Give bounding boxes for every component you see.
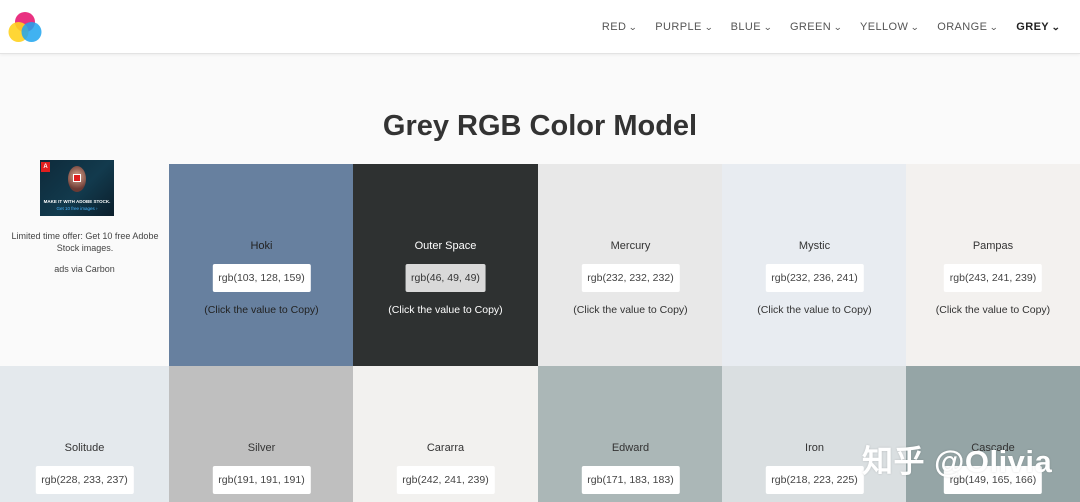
- copy-hint: (Click the value to Copy): [757, 304, 872, 316]
- carbon-ad: A MAKE IT WITH ADOBE STOCK. Get 10 free …: [0, 160, 169, 365]
- color-tile-mystic: Mystic rgb(232, 236, 241) (Click the val…: [722, 164, 907, 366]
- chevron-down-icon: ⌄: [989, 21, 1000, 32]
- nav-item-orange[interactable]: ORANGE ⌄: [937, 21, 998, 33]
- color-tile-outer-space: Outer Space rgb(46, 49, 49) (Click the v…: [353, 164, 538, 366]
- color-name: Pampas: [972, 240, 1014, 252]
- color-value-copy[interactable]: rgb(232, 236, 241): [765, 264, 864, 292]
- ad-via-link[interactable]: ads via Carbon: [0, 264, 169, 274]
- nav-item-label: RED: [601, 21, 627, 33]
- color-circles-logo-icon[interactable]: [6, 9, 44, 47]
- nav-item-label: YELLOW: [860, 21, 909, 33]
- color-name: Hoki: [250, 240, 273, 252]
- adobe-logo-icon: A: [41, 162, 50, 172]
- copy-hint: (Click the value to Copy): [388, 304, 503, 316]
- ad-text[interactable]: Limited time offer: Get 10 free Adobe St…: [8, 230, 162, 254]
- nav-item-green[interactable]: GREEN ⌄: [790, 21, 842, 33]
- color-tile-pampas: Pampas rgb(243, 241, 239) (Click the val…: [906, 164, 1080, 366]
- copy-hint: (Click the value to Copy): [204, 304, 319, 316]
- nav-item-label: ORANGE: [937, 21, 988, 33]
- color-tile-cascade: Cascade rgb(149, 165, 166): [906, 366, 1080, 502]
- nav-item-red[interactable]: RED ⌄: [601, 21, 639, 33]
- ad-cta: Get 10 free images ›: [56, 206, 98, 211]
- color-value-copy[interactable]: rgb(171, 183, 183): [581, 466, 680, 494]
- color-tile-mercury: Mercury rgb(232, 232, 232) (Click the va…: [538, 164, 723, 366]
- nav-item-purple[interactable]: PURPLE ⌄: [655, 21, 714, 33]
- ad-badge-icon: [73, 174, 81, 182]
- color-name: Solitude: [64, 442, 105, 454]
- color-name: Outer Space: [414, 240, 477, 252]
- color-name: Mystic: [798, 240, 831, 252]
- color-value-copy[interactable]: rgb(228, 233, 237): [35, 466, 134, 494]
- color-value-copy[interactable]: rgb(218, 223, 225): [765, 466, 864, 494]
- color-name: Cararra: [426, 442, 465, 454]
- color-tile-silver: Silver rgb(191, 191, 191): [169, 366, 354, 502]
- nav-item-grey[interactable]: GREY ⌄: [1016, 21, 1060, 33]
- navbar: RED ⌄ PURPLE ⌄ BLUE ⌄ GREEN ⌄ YELLOW ⌄ ORANGE…: [0, 0, 1080, 54]
- chevron-down-icon: ⌄: [703, 21, 714, 32]
- watermark: 知乎 @Olivia: [862, 444, 1053, 479]
- nav-item-label: GREY: [1016, 21, 1050, 33]
- color-value-copy[interactable]: rgb(103, 128, 159): [212, 264, 311, 292]
- chevron-down-icon: ⌄: [833, 21, 843, 32]
- color-value-copy[interactable]: rgb(232, 232, 232): [581, 264, 680, 292]
- nav-item-label: GREEN: [789, 21, 832, 33]
- color-value-copy[interactable]: rgb(243, 241, 239): [943, 264, 1043, 292]
- color-value-copy[interactable]: rgb(191, 191, 191): [212, 466, 311, 494]
- color-value-copy[interactable]: rgb(242, 241, 239): [396, 466, 495, 494]
- color-nav: RED ⌄ PURPLE ⌄ BLUE ⌄ GREEN ⌄ YELLOW ⌄ ORANGE…: [584, 0, 1060, 54]
- color-value-copy[interactable]: rgb(46, 49, 49): [405, 264, 486, 292]
- ad-headline: MAKE IT WITH ADOBE STOCK.: [43, 199, 111, 204]
- color-name: Edward: [611, 442, 650, 454]
- ad-image[interactable]: A MAKE IT WITH ADOBE STOCK. Get 10 free …: [40, 160, 114, 216]
- color-tile-iron: Iron rgb(218, 223, 225): [722, 366, 907, 502]
- nav-item-label: PURPLE: [655, 21, 702, 33]
- color-tile-solitude: Solitude rgb(228, 233, 237): [0, 366, 169, 502]
- page-title: Grey RGB Color Model: [382, 110, 698, 142]
- nav-item-label: BLUE: [730, 21, 761, 33]
- color-tile-edward: Edward rgb(171, 183, 183): [538, 366, 723, 502]
- copy-hint: (Click the value to Copy): [935, 304, 1051, 316]
- copy-hint: (Click the value to Copy): [573, 304, 688, 316]
- color-tile-hoki: Hoki rgb(103, 128, 159) (Click the value…: [169, 164, 354, 366]
- chevron-down-icon: ⌄: [763, 21, 773, 32]
- color-name: Silver: [247, 442, 276, 454]
- nav-item-blue[interactable]: BLUE ⌄: [730, 21, 773, 33]
- chevron-down-icon: ⌄: [628, 21, 639, 32]
- chevron-down-icon: ⌄: [910, 21, 921, 32]
- chevron-down-icon: ⌄: [1051, 21, 1061, 32]
- nav-item-yellow[interactable]: YELLOW ⌄: [860, 21, 921, 33]
- color-tile-cararra: Cararra rgb(242, 241, 239): [353, 366, 538, 502]
- color-name: Mercury: [610, 240, 651, 252]
